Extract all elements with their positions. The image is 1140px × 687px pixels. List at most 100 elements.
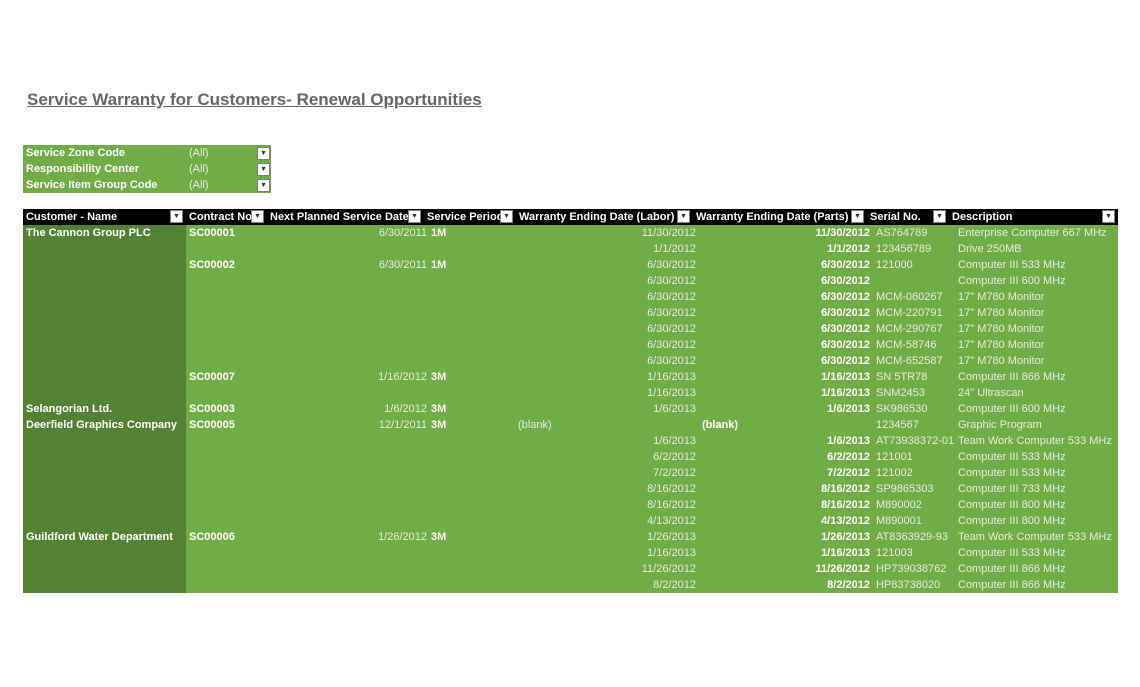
customer-name-cell[interactable] [23,273,186,289]
contract-no-cell[interactable] [186,353,267,369]
warranty-labor-cell[interactable]: 6/30/2012 [516,257,700,273]
customer-name-cell[interactable] [23,385,186,401]
warranty-parts-cell[interactable]: 6/30/2012 [700,305,874,321]
customer-name-cell[interactable] [23,481,186,497]
customer-name-cell[interactable] [23,369,186,385]
service-period-cell[interactable] [431,273,516,289]
serial-no-cell[interactable]: 121002 [874,465,956,481]
filter-dropdown-icon[interactable]: ▼ [677,210,690,223]
description-cell[interactable]: Computer III 533 MHz [956,545,1118,561]
serial-no-cell[interactable] [874,273,956,289]
next-service-date-cell[interactable]: 1/6/2012 [267,401,431,417]
service-period-cell[interactable]: 3M [431,417,516,433]
next-service-date-cell[interactable] [267,337,431,353]
next-service-date-cell[interactable] [267,241,431,257]
warranty-parts-cell[interactable]: 4/13/2012 [700,513,874,529]
service-period-cell[interactable] [431,289,516,305]
service-period-cell[interactable] [431,321,516,337]
warranty-parts-cell[interactable]: 1/26/2013 [700,529,874,545]
warranty-parts-cell[interactable]: 1/6/2013 [700,433,874,449]
warranty-parts-cell[interactable]: (blank) [700,417,874,433]
service-period-cell[interactable] [431,449,516,465]
description-cell[interactable]: Enterprise Computer 667 MHz [956,225,1118,241]
description-cell[interactable]: Computer III 533 MHz [956,257,1118,273]
warranty-parts-cell[interactable]: 1/16/2013 [700,369,874,385]
service-period-cell[interactable] [431,577,516,593]
contract-no-cell[interactable]: SC00001 [186,225,267,241]
contract-no-cell[interactable]: SC00007 [186,369,267,385]
contract-no-cell[interactable] [186,561,267,577]
customer-name-cell[interactable] [23,513,186,529]
next-service-date-cell[interactable] [267,449,431,465]
serial-no-cell[interactable]: M890002 [874,497,956,513]
next-service-date-cell[interactable] [267,305,431,321]
warranty-labor-cell[interactable]: 1/1/2012 [516,241,700,257]
contract-no-cell[interactable]: SC00006 [186,529,267,545]
next-service-date-cell[interactable] [267,385,431,401]
service-period-cell[interactable] [431,353,516,369]
next-service-date-cell[interactable] [267,289,431,305]
warranty-labor-cell[interactable]: (blank) [516,417,700,433]
warranty-labor-cell[interactable]: 1/6/2013 [516,433,700,449]
customer-name-cell[interactable] [23,497,186,513]
description-cell[interactable]: Computer III 533 MHz [956,449,1118,465]
warranty-parts-cell[interactable]: 6/30/2012 [700,353,874,369]
contract-no-cell[interactable]: SC00003 [186,401,267,417]
next-service-date-cell[interactable] [267,353,431,369]
filter-dropdown-icon[interactable]: ▼ [408,210,421,223]
next-service-date-cell[interactable]: 6/30/2011 [267,225,431,241]
contract-no-cell[interactable] [186,321,267,337]
serial-no-cell[interactable]: MCM-652587 [874,353,956,369]
contract-no-cell[interactable] [186,289,267,305]
header-serial-no[interactable]: Serial No. ▼ [867,209,949,225]
next-service-date-cell[interactable]: 6/30/2011 [267,257,431,273]
description-cell[interactable]: 17" M780 Monitor [956,353,1118,369]
next-service-date-cell[interactable] [267,465,431,481]
contract-no-cell[interactable] [186,433,267,449]
warranty-labor-cell[interactable]: 4/13/2012 [516,513,700,529]
warranty-parts-cell[interactable]: 1/1/2012 [700,241,874,257]
customer-name-cell[interactable] [23,241,186,257]
serial-no-cell[interactable]: SN 5TR78 [874,369,956,385]
description-cell[interactable]: 24" Ultrascan [956,385,1118,401]
serial-no-cell[interactable]: SP9865303 [874,481,956,497]
serial-no-cell[interactable]: MCM-58746 [874,337,956,353]
header-description[interactable]: Description ▼ [949,209,1118,225]
warranty-labor-cell[interactable]: 11/30/2012 [516,225,700,241]
warranty-labor-cell[interactable]: 11/26/2012 [516,561,700,577]
description-cell[interactable]: 17" M780 Monitor [956,289,1118,305]
contract-no-cell[interactable] [186,577,267,593]
warranty-parts-cell[interactable]: 11/26/2012 [700,561,874,577]
next-service-date-cell[interactable] [267,321,431,337]
serial-no-cell[interactable]: MCM-290767 [874,321,956,337]
service-period-cell[interactable] [431,545,516,561]
warranty-parts-cell[interactable]: 6/30/2012 [700,321,874,337]
dropdown-arrow-icon[interactable]: ▼ [257,178,270,192]
customer-name-cell[interactable] [23,353,186,369]
description-cell[interactable]: Computer III 866 MHz [956,577,1118,593]
warranty-labor-cell[interactable]: 6/30/2012 [516,353,700,369]
service-period-cell[interactable] [431,497,516,513]
description-cell[interactable]: Team Work Computer 533 MHz [956,529,1118,545]
warranty-parts-cell[interactable]: 8/16/2012 [700,481,874,497]
description-cell[interactable]: Drive 250MB [956,241,1118,257]
filter-dropdown-icon[interactable]: ▼ [251,210,264,223]
serial-no-cell[interactable]: MCM-060267 [874,289,956,305]
serial-no-cell[interactable]: 121003 [874,545,956,561]
warranty-labor-cell[interactable]: 1/26/2013 [516,529,700,545]
serial-no-cell[interactable]: 121000 [874,257,956,273]
warranty-parts-cell[interactable]: 6/30/2012 [700,289,874,305]
contract-no-cell[interactable] [186,337,267,353]
warranty-labor-cell[interactable]: 8/2/2012 [516,577,700,593]
warranty-parts-cell[interactable]: 11/30/2012 [700,225,874,241]
warranty-labor-cell[interactable]: 1/6/2013 [516,401,700,417]
service-period-cell[interactable] [431,385,516,401]
filter-dropdown-icon[interactable]: ▼ [851,210,864,223]
header-customer-name[interactable]: Customer - Name ▼ [23,209,186,225]
warranty-labor-cell[interactable]: 6/30/2012 [516,305,700,321]
customer-name-cell[interactable]: The Cannon Group PLC [23,225,186,241]
next-service-date-cell[interactable] [267,497,431,513]
serial-no-cell[interactable]: HP83738020 [874,577,956,593]
next-service-date-cell[interactable] [267,481,431,497]
service-period-cell[interactable]: 3M [431,369,516,385]
